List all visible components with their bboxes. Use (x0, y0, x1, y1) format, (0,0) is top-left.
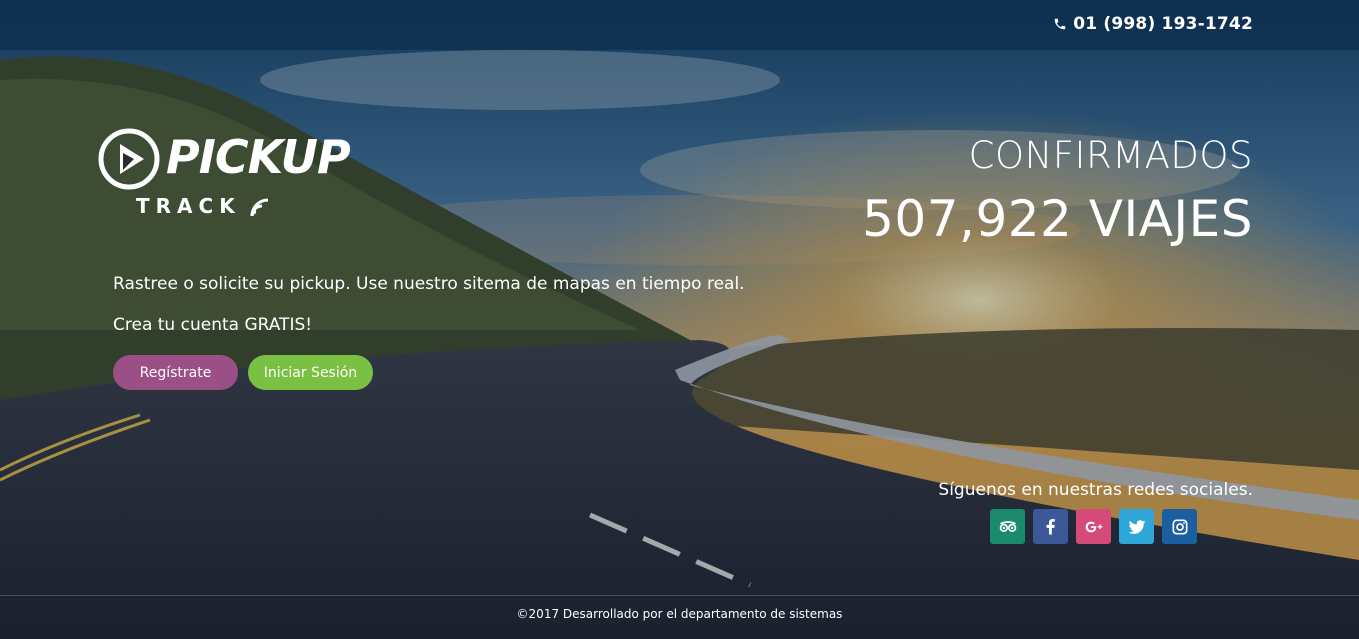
register-button[interactable]: Regístrate (113, 355, 238, 390)
hero-promo: Crea tu cuenta GRATIS! (113, 315, 313, 335)
instagram-icon[interactable] (1162, 509, 1197, 544)
social-title: Síguenos en nuestras redes sociales. (938, 480, 1253, 500)
tripadvisor-icon[interactable] (990, 509, 1025, 544)
facebook-icon[interactable] (1033, 509, 1068, 544)
signal-icon (250, 198, 269, 217)
google-plus-icon[interactable] (1076, 509, 1111, 544)
stats-value: 507,922 VIAJES (862, 190, 1253, 248)
phone-contact[interactable]: 01 (998) 193-1742 (1053, 14, 1253, 34)
brand-name-top: PICKUP (166, 130, 351, 184)
footer-divider (0, 595, 1359, 596)
footer-text: ©2017 Desarrollado por el departamento d… (516, 607, 843, 621)
hero-tagline: Rastree o solicite su pickup. Use nuestr… (113, 274, 745, 294)
brand-name-bottom: TRACK (136, 194, 241, 218)
pickup-track-logo[interactable]: PICKUP TRACK (96, 126, 351, 222)
twitter-icon[interactable] (1119, 509, 1154, 544)
social-links (990, 509, 1197, 544)
phone-number: 01 (998) 193-1742 (1073, 14, 1253, 34)
play-circle-icon (98, 128, 160, 190)
phone-icon (1053, 17, 1067, 31)
top-bar: 01 (998) 193-1742 (0, 0, 1359, 50)
login-button[interactable]: Iniciar Sesión (248, 355, 373, 390)
stats-label: CONFIRMADOS (968, 134, 1253, 177)
